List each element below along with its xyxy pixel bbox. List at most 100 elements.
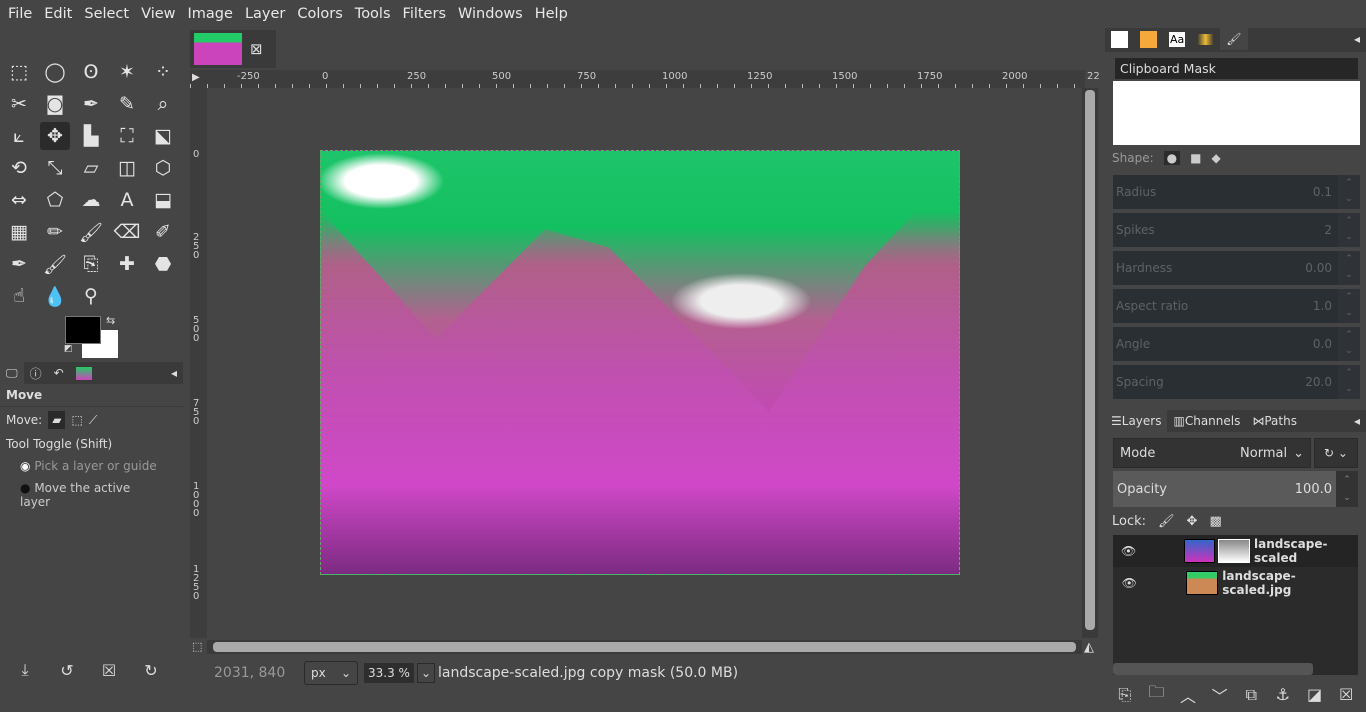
horizontal-scrollbar[interactable]: [207, 640, 1082, 654]
brush-hardness-field[interactable]: Hardness 0.00 ⌃ ⌄: [1113, 251, 1360, 285]
menu-file[interactable]: File: [2, 6, 38, 22]
raise-icon[interactable]: ︿: [1173, 681, 1203, 708]
move-selection-icon[interactable]: ⬚: [71, 413, 82, 427]
delete-icon[interactable]: ☒: [1331, 681, 1361, 708]
brush-angle-field[interactable]: Angle 0.0 ⌃ ⌄: [1113, 327, 1360, 361]
tab-channels[interactable]: ▥ Channels: [1167, 410, 1246, 432]
warp-tool-icon[interactable]: ☁: [76, 186, 106, 214]
radio-pick-layer[interactable]: ◉ Pick a layer or guide: [0, 455, 183, 477]
eye-icon[interactable]: 👁: [1117, 544, 1140, 558]
anchor-icon[interactable]: ⚓: [1268, 681, 1298, 708]
brush-name-field[interactable]: Clipboard Mask: [1115, 58, 1358, 79]
foreground-select-tool-icon[interactable]: ◙: [40, 90, 70, 118]
selection-toggle-icon[interactable]: ⬚: [192, 640, 202, 653]
device-status-icon[interactable]: ⓘ: [24, 362, 48, 384]
fonts-tab-icon[interactable]: Aa: [1163, 28, 1191, 50]
menu-tools[interactable]: Tools: [349, 6, 397, 22]
foreground-color-swatch[interactable]: [65, 316, 101, 344]
brush-aspect-ratio-field[interactable]: Aspect ratio 1.0 ⌃ ⌄: [1113, 289, 1360, 323]
save-icon[interactable]: ⤓: [10, 660, 40, 680]
heal-tool-icon[interactable]: ✚: [112, 250, 142, 278]
tab-layers[interactable]: ☰ Layers: [1105, 410, 1168, 432]
default-colors-icon[interactable]: ◩: [64, 344, 73, 354]
undo-history-icon[interactable]: ↶: [48, 362, 70, 384]
spinner[interactable]: ⌃ ⌄: [1338, 289, 1360, 323]
paths-tool-icon[interactable]: ✒: [76, 90, 106, 118]
patterns-tab-icon[interactable]: [1134, 28, 1163, 50]
unit-select[interactable]: px ⌄: [304, 660, 358, 685]
opacity-spinner[interactable]: ⌃ ⌄: [1336, 471, 1358, 507]
smudge-tool-icon[interactable]: ☝: [4, 282, 34, 310]
brush-radius-field[interactable]: Radius 0.1 ⌃ ⌄: [1113, 175, 1360, 209]
close-tab-icon[interactable]: ⊠: [250, 40, 263, 58]
navigate-icon[interactable]: ◭: [1084, 640, 1094, 655]
duplicate-icon[interactable]: ⧉: [1236, 681, 1266, 708]
reset-icon[interactable]: ↺: [52, 660, 82, 680]
radio-move-active[interactable]: ● Move the active layer: [0, 477, 183, 513]
quick-mask-toggle[interactable]: ▶: [192, 72, 200, 83]
color-picker-tool-icon[interactable]: ✎: [112, 90, 142, 118]
perspective-tool-icon[interactable]: ◫: [112, 154, 142, 182]
zoom-input[interactable]: 33.3 %: [364, 662, 414, 683]
diamond-shape-icon[interactable]: ◆: [1211, 151, 1220, 165]
mask-icon[interactable]: ◪: [1300, 681, 1330, 708]
circle-shape-icon[interactable]: ●: [1163, 151, 1181, 165]
scale-tool-icon[interactable]: ⤡: [40, 154, 70, 182]
layers-scrollbar[interactable]: [1113, 663, 1313, 675]
dodge-tool-icon[interactable]: ⚲: [76, 282, 106, 310]
new-layer-icon[interactable]: ⎘: [1110, 681, 1140, 708]
menu-view[interactable]: View: [135, 6, 181, 22]
delete-icon[interactable]: ☒: [94, 660, 124, 680]
align-tool-icon[interactable]: ▙: [76, 122, 106, 150]
tool-options-tab-icon[interactable]: 🖵: [0, 362, 24, 384]
clone-tool-icon[interactable]: ⎘: [76, 250, 106, 278]
cage-tool-icon[interactable]: ⬠: [40, 186, 70, 214]
lock-position-icon[interactable]: ✥: [1187, 514, 1198, 529]
opacity-field[interactable]: Opacity 100.0 ⌃ ⌄: [1113, 471, 1358, 507]
ink-tool-icon[interactable]: ✒: [4, 250, 34, 278]
image-layer[interactable]: [320, 150, 960, 575]
mode-select[interactable]: Mode Normal ⌄: [1113, 438, 1311, 468]
eraser-tool-icon[interactable]: ⌫: [112, 218, 142, 246]
layer-row[interactable]: 👁 landscape-scaled.jpg: [1113, 567, 1358, 599]
brushes-tab-icon[interactable]: [1105, 28, 1134, 50]
restore-icon[interactable]: ↻: [136, 660, 166, 680]
text-tool-icon[interactable]: A: [112, 186, 142, 214]
paintbrush-tool-icon[interactable]: 🖌: [76, 218, 106, 246]
menu-select[interactable]: Select: [78, 6, 135, 22]
menu-edit[interactable]: Edit: [38, 6, 78, 22]
free-select-tool-icon[interactable]: ʘ: [76, 58, 106, 86]
image-tab[interactable]: ⊠: [190, 30, 276, 68]
swap-colors-icon[interactable]: ⇆: [106, 314, 115, 327]
gradient-tool-icon[interactable]: ▦: [4, 218, 34, 246]
menu-layer[interactable]: Layer: [239, 6, 291, 22]
rect-select-tool-icon[interactable]: ⬚: [4, 58, 34, 86]
menu-image[interactable]: Image: [182, 6, 239, 22]
menu-windows[interactable]: Windows: [452, 6, 529, 22]
panel-menu-icon[interactable]: ◂: [1348, 410, 1366, 432]
fuzzy-select-tool-icon[interactable]: ✶: [112, 58, 142, 86]
panel-menu-icon[interactable]: ◂: [1348, 28, 1366, 50]
brush-spikes-field[interactable]: Spikes 2 ⌃ ⌄: [1113, 213, 1360, 247]
perspective-clone-tool-icon[interactable]: ⬣: [148, 250, 178, 278]
lock-alpha-icon[interactable]: ▩: [1209, 514, 1221, 529]
brush-spacing-field[interactable]: Spacing 20.0 ⌃ ⌄: [1113, 365, 1360, 399]
blur-tool-icon[interactable]: 💧: [40, 282, 70, 310]
spinner[interactable]: ⌃ ⌄: [1338, 365, 1360, 399]
zoom-dropdown[interactable]: ⌄: [416, 662, 435, 683]
composite-mode-select[interactable]: ↻ ⌄: [1314, 438, 1358, 468]
menu-help[interactable]: Help: [529, 6, 574, 22]
panel-menu-icon[interactable]: ◂: [165, 362, 183, 384]
zoom-tool-icon[interactable]: ⌕: [148, 90, 178, 118]
spinner[interactable]: ⌃ ⌄: [1338, 251, 1360, 285]
pencil-tool-icon[interactable]: ✏: [40, 218, 70, 246]
menu-colors[interactable]: Colors: [291, 6, 348, 22]
move-layer-icon[interactable]: ▰: [48, 411, 66, 429]
vertical-scrollbar[interactable]: [1082, 88, 1098, 638]
new-group-icon[interactable]: 🗀: [1141, 681, 1171, 708]
ellipse-select-tool-icon[interactable]: ◯: [40, 58, 70, 86]
layer-mask-thumbnail[interactable]: [1217, 539, 1251, 563]
images-tab-icon[interactable]: [70, 362, 98, 384]
rotate-tool-icon[interactable]: ⟲: [4, 154, 34, 182]
measure-tool-icon[interactable]: ⟀: [4, 122, 34, 150]
